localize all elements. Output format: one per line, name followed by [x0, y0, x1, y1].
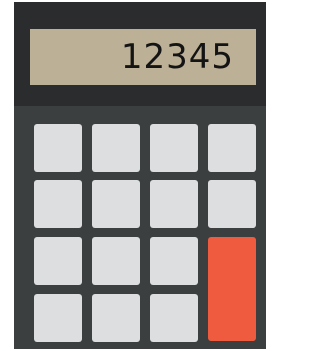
key-r2-c1[interactable]: [34, 180, 82, 228]
key-r3-c2[interactable]: [92, 237, 140, 285]
calculator-top-panel: 12345: [14, 2, 266, 106]
key-r4-c3[interactable]: [150, 294, 198, 342]
key-r4-c2[interactable]: [92, 294, 140, 342]
calculator-display: 12345: [30, 29, 256, 85]
key-r3-c1[interactable]: [34, 237, 82, 285]
key-r1-c1[interactable]: [34, 124, 82, 172]
key-r3-c3[interactable]: [150, 237, 198, 285]
key-r4-c1[interactable]: [34, 294, 82, 342]
key-r2-c2[interactable]: [92, 180, 140, 228]
key-r1-c2[interactable]: [92, 124, 140, 172]
key-r2-c4[interactable]: [208, 180, 256, 228]
keypad: [14, 106, 266, 349]
key-r2-c3[interactable]: [150, 180, 198, 228]
key-r1-c4[interactable]: [208, 124, 256, 172]
display-value: 12345: [120, 37, 234, 77]
tall-accent-key[interactable]: [208, 237, 256, 341]
key-r1-c3[interactable]: [150, 124, 198, 172]
calculator: 12345: [14, 2, 266, 349]
